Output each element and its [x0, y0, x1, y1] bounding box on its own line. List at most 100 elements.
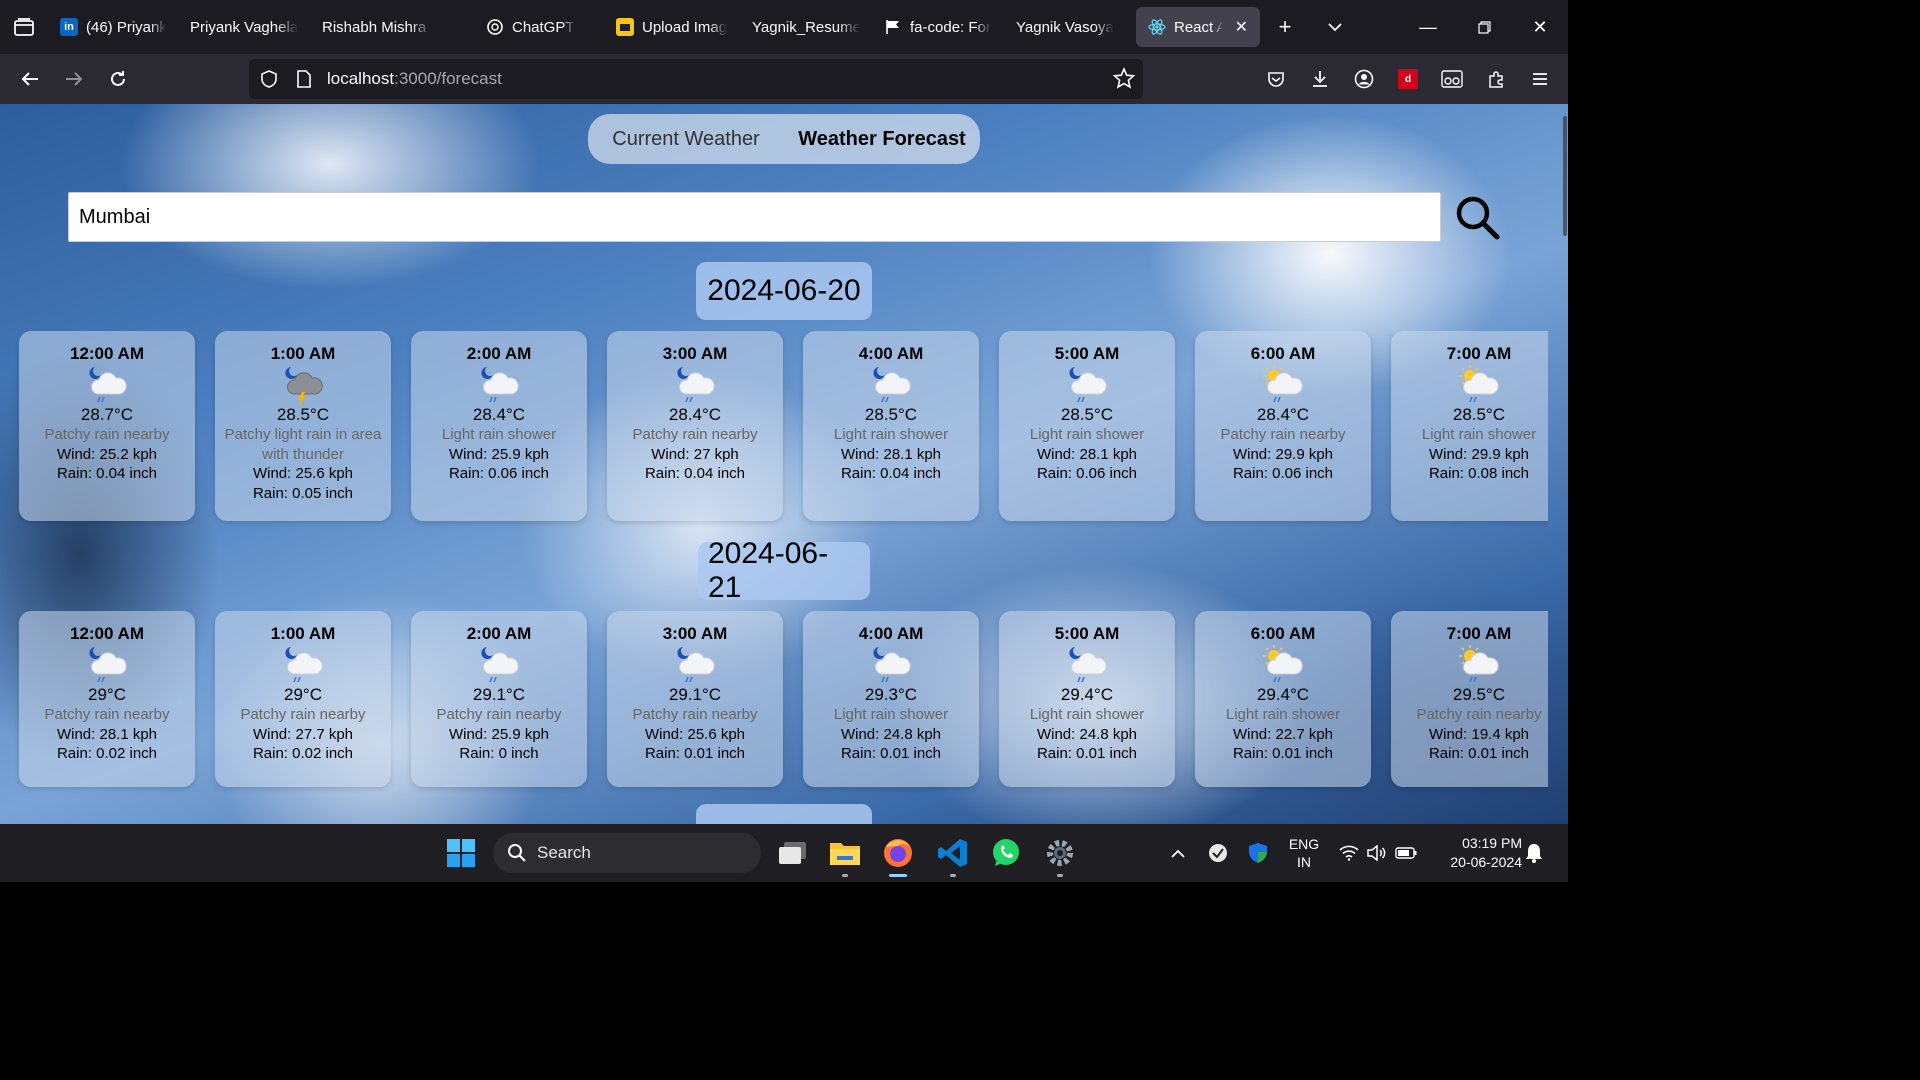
search-button[interactable]: [1452, 192, 1502, 242]
in-favicon-icon: in: [60, 18, 78, 36]
hourly-forecast-card: 3:00 AM 28.4°C Patchy rain nearby Wind: 27 …: [607, 331, 783, 521]
download-icon: [1313, 71, 1327, 87]
forecast-rain: Rain: 0.02 inch: [252, 745, 354, 762]
url-bar[interactable]: localhost:3000/forecast: [249, 59, 1143, 99]
scrollbar-thumb[interactable]: [1563, 116, 1567, 236]
browser-tab[interactable]: Priyank Vaghela: [178, 7, 310, 47]
forward-button[interactable]: [52, 54, 96, 104]
start-button[interactable]: [443, 835, 479, 871]
pocket-button[interactable]: [1254, 54, 1298, 104]
hourly-forecast-card: 5:00 AM 28.5°C Light rain shower Wind: 28.1…: [999, 331, 1175, 521]
back-button[interactable]: [8, 54, 52, 104]
forecast-time: 2:00 AM: [466, 624, 532, 643]
page-icon[interactable]: [287, 70, 321, 88]
date-chip-partial: [696, 804, 872, 824]
file-explorer-button[interactable]: [827, 835, 863, 871]
weather-app-page: Current Weather Weather Forecast 2024-06…: [0, 104, 1568, 824]
forecast-condition: Light rain shower: [833, 706, 949, 723]
notifications-button[interactable]: [1522, 824, 1546, 882]
defender-button[interactable]: [1243, 824, 1273, 882]
react-favicon-icon: [1148, 18, 1166, 36]
firefox-view-button[interactable]: [0, 0, 48, 54]
forecast-condition: Light rain shower: [441, 426, 557, 443]
clock[interactable]: 03:19 PM 20-06-2024: [1430, 824, 1522, 882]
forecast-wind: Wind: 29.9 kph: [1428, 445, 1530, 463]
firefox-taskbar-button[interactable]: [880, 835, 916, 871]
forecast-temperature: 29°C: [88, 685, 126, 704]
chevron-up-icon: [1171, 849, 1185, 858]
city-search-input[interactable]: [68, 192, 1441, 242]
hourly-forecast-row[interactable]: 12:00 AM 28.7°C Patchy rain nearby Wind: 25…: [0, 331, 1548, 531]
browser-tab[interactable]: React App ✕: [1136, 7, 1260, 47]
list-all-tabs-button[interactable]: [1310, 0, 1360, 54]
quick-settings-button[interactable]: [1336, 824, 1420, 882]
app-menu-button[interactable]: [1518, 54, 1562, 104]
flag-favicon-icon: [884, 18, 902, 36]
browser-tab[interactable]: Upload Imag: [604, 7, 740, 47]
current-weather-tab[interactable]: Current Weather: [588, 128, 784, 151]
language-code: ENG: [1288, 836, 1320, 852]
tray-app-button[interactable]: [1203, 824, 1233, 882]
whatsapp-taskbar-button[interactable]: [988, 835, 1024, 871]
language-indicator[interactable]: ENG IN: [1282, 824, 1326, 882]
settings-taskbar-button[interactable]: [1042, 835, 1078, 871]
forecast-rain: Rain: 0.01 inch: [1428, 745, 1530, 762]
browser-tab[interactable]: Rishabh Mishra |: [310, 7, 444, 47]
extensions-button[interactable]: [1474, 54, 1518, 104]
forecast-condition: Patchy rain nearby: [1416, 706, 1542, 723]
extension-red-button[interactable]: d: [1386, 54, 1430, 104]
browser-tab-title: ChatGPT: [512, 18, 575, 36]
forecast-wind: Wind: 28.1 kph: [56, 725, 158, 743]
taskbar-search-box[interactable]: Search: [493, 833, 761, 873]
sun-cloud-rain-icon: [1195, 645, 1371, 685]
url-path: :3000/forecast: [394, 69, 502, 88]
browser-tab[interactable]: fa-code: For: [872, 7, 1004, 47]
night-cloud-rain-icon: [19, 645, 195, 685]
forecast-condition: Light rain shower: [1421, 426, 1537, 443]
forecast-temperature: 29°C: [284, 685, 322, 704]
back-arrow-icon: [21, 72, 38, 86]
forecast-time: 2:00 AM: [466, 344, 532, 363]
forecast-temperature: 29.5°C: [1452, 685, 1506, 704]
hourly-forecast-card: 7:00 AM 29.5°C Patchy rain nearby Wind: 19.…: [1391, 611, 1548, 787]
forecast-rain: Rain: 0.06 inch: [1232, 465, 1334, 482]
browser-tab-title: Upload Imag: [642, 18, 728, 36]
hamburger-menu-icon: [1533, 73, 1547, 85]
forecast-wind: Wind: 28.1 kph: [840, 445, 942, 463]
forecast-time: 7:00 AM: [1446, 624, 1512, 643]
hourly-forecast-row[interactable]: 12:00 AM 29°C Patchy rain nearby Wind: 28.1…: [0, 611, 1548, 811]
puzzle-icon: [1489, 71, 1503, 88]
hourly-forecast-card: 12:00 AM 29°C Patchy rain nearby Wind: 28.1…: [19, 611, 195, 787]
downloads-button[interactable]: [1298, 54, 1342, 104]
weather-forecast-tab[interactable]: Weather Forecast: [784, 128, 980, 151]
close-tab-icon[interactable]: ✕: [1235, 17, 1248, 37]
extension-glasses-button[interactable]: [1430, 54, 1474, 104]
task-view-button[interactable]: [775, 835, 811, 871]
forecast-temperature: 28.5°C: [1452, 405, 1506, 424]
browser-tab[interactable]: Yagnik_Resume.: [740, 7, 872, 47]
forecast-wind: Wind: 22.7 kph: [1232, 725, 1334, 743]
hourly-forecast-card: 1:00 AM 29°C Patchy rain nearby Wind: 27.7 …: [215, 611, 391, 787]
bookmark-star-icon[interactable]: [1112, 66, 1136, 94]
show-hidden-icons-button[interactable]: [1164, 824, 1192, 882]
forecast-date-heading: 2024-06-21: [698, 537, 870, 604]
vscode-taskbar-button[interactable]: [935, 835, 971, 871]
close-window-button[interactable]: ✕: [1512, 0, 1568, 54]
account-button[interactable]: [1342, 54, 1386, 104]
browser-tab[interactable]: ChatGPT: [474, 7, 604, 47]
browser-tab[interactable]: in (46) Priyank: [48, 7, 178, 47]
minimize-button[interactable]: —: [1400, 0, 1456, 54]
forecast-rain: Rain: 0.01 inch: [840, 745, 942, 762]
hourly-forecast-card: 4:00 AM 28.5°C Light rain shower Wind: 28.1…: [803, 331, 979, 521]
search-icon: [1456, 196, 1500, 240]
forecast-temperature: 29.3°C: [864, 685, 918, 704]
browser-tab[interactable]: Yagnik Vasoya: [1004, 7, 1130, 47]
tracking-protection-shield-icon[interactable]: [251, 70, 287, 88]
forecast-rain: Rain: 0.06 inch: [448, 465, 550, 482]
reload-button[interactable]: [96, 54, 140, 104]
page-scrollbar[interactable]: [1560, 104, 1568, 824]
clock-time: 03:19 PM: [1462, 835, 1522, 851]
forecast-rain: Rain: 0 inch: [459, 745, 539, 762]
new-tab-button[interactable]: +: [1260, 0, 1310, 54]
restore-button[interactable]: [1456, 0, 1512, 54]
